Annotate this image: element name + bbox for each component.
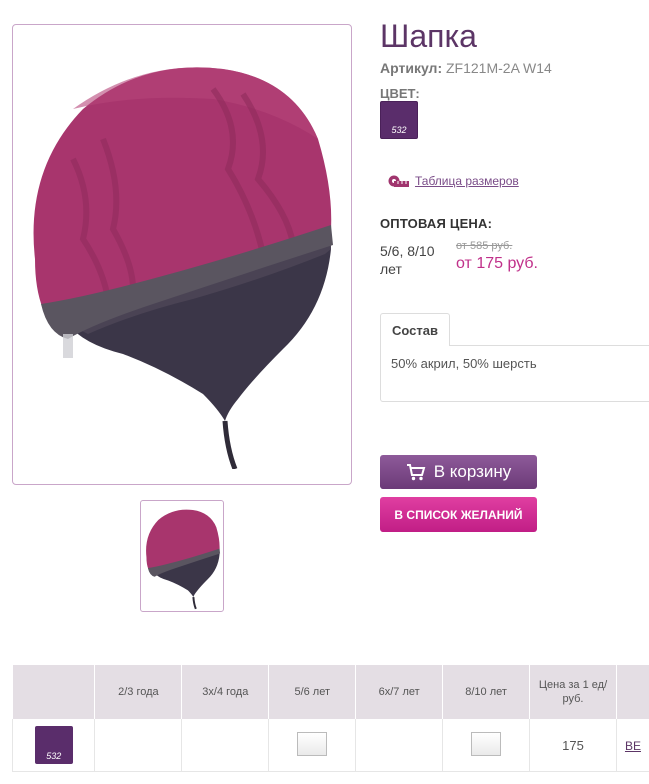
size-order-table: 2/3 года 3х/4 года 5/6 лет 6х/7 лет 8/10… [11, 665, 649, 772]
qty-input-8-10[interactable] [471, 731, 502, 756]
add-to-wishlist-button[interactable]: В СПИСОК ЖЕЛАНИЙ [380, 497, 537, 532]
cell-size-3-4 [181, 719, 270, 772]
row-color-code: 532 [46, 751, 62, 761]
table-row: 532 175 ВЕ [11, 719, 649, 772]
add-to-cart-button[interactable]: В корзину [380, 455, 537, 489]
cell-size-8-10 [442, 719, 531, 772]
cell-size-2-3 [94, 719, 183, 772]
price-sizes: 5/6, 8/10 лет [380, 243, 435, 277]
add-to-cart-label: В корзину [433, 462, 512, 481]
header-size-6-7: 6х/7 лет [355, 665, 444, 719]
row-buy-link[interactable]: ВЕ [625, 739, 641, 753]
product-main-image[interactable] [12, 24, 352, 485]
hat-image [33, 67, 333, 469]
row-color-cell: 532 [11, 719, 96, 772]
old-price: от 585 руб. [456, 240, 513, 252]
sku-label: Артикул: [380, 60, 443, 76]
header-price: Цена за 1 ед/ руб. [529, 665, 617, 719]
sku-value: ZF121M-2A W14 [446, 60, 552, 76]
header-size-3-4: 3х/4 года [181, 665, 270, 719]
product-title: Шапка [380, 18, 477, 54]
size-chart-link[interactable]: Таблица размеров [388, 174, 519, 188]
cell-size-5-6 [268, 719, 357, 772]
row-price: 175 [529, 719, 617, 772]
color-swatch[interactable]: 532 [380, 101, 418, 139]
composition-panel: 50% акрил, 50% шерсть [380, 345, 649, 402]
header-action [616, 665, 649, 719]
color-label: ЦВЕТ: [380, 86, 420, 101]
header-size-2-3: 2/3 года [94, 665, 183, 719]
header-size-5-6: 5/6 лет [268, 665, 357, 719]
composition-text: 50% акрил, 50% шерсть [391, 356, 537, 371]
tape-measure-icon [388, 175, 409, 187]
qty-input-5-6[interactable] [297, 731, 328, 756]
hat-thumbnail-image [146, 509, 221, 610]
wholesale-price-label: ОПТОВАЯ ЦЕНА: [380, 216, 493, 231]
product-thumbnail[interactable] [140, 500, 224, 612]
row-action-cell: ВЕ [616, 719, 649, 772]
cart-icon [406, 464, 426, 481]
header-color [12, 665, 96, 719]
tab-composition[interactable]: Состав [380, 313, 450, 346]
table-header-row: 2/3 года 3х/4 года 5/6 лет 6х/7 лет 8/10… [12, 665, 649, 719]
cell-size-6-7 [355, 719, 444, 772]
new-price: от 175 руб. [456, 255, 538, 272]
size-chart-label: Таблица размеров [415, 174, 519, 188]
color-code: 532 [391, 125, 407, 135]
row-color-swatch: 532 [34, 726, 73, 764]
header-size-8-10: 8/10 лет [442, 665, 531, 719]
sku-line: Артикул: ZF121M-2A W14 [380, 60, 552, 76]
